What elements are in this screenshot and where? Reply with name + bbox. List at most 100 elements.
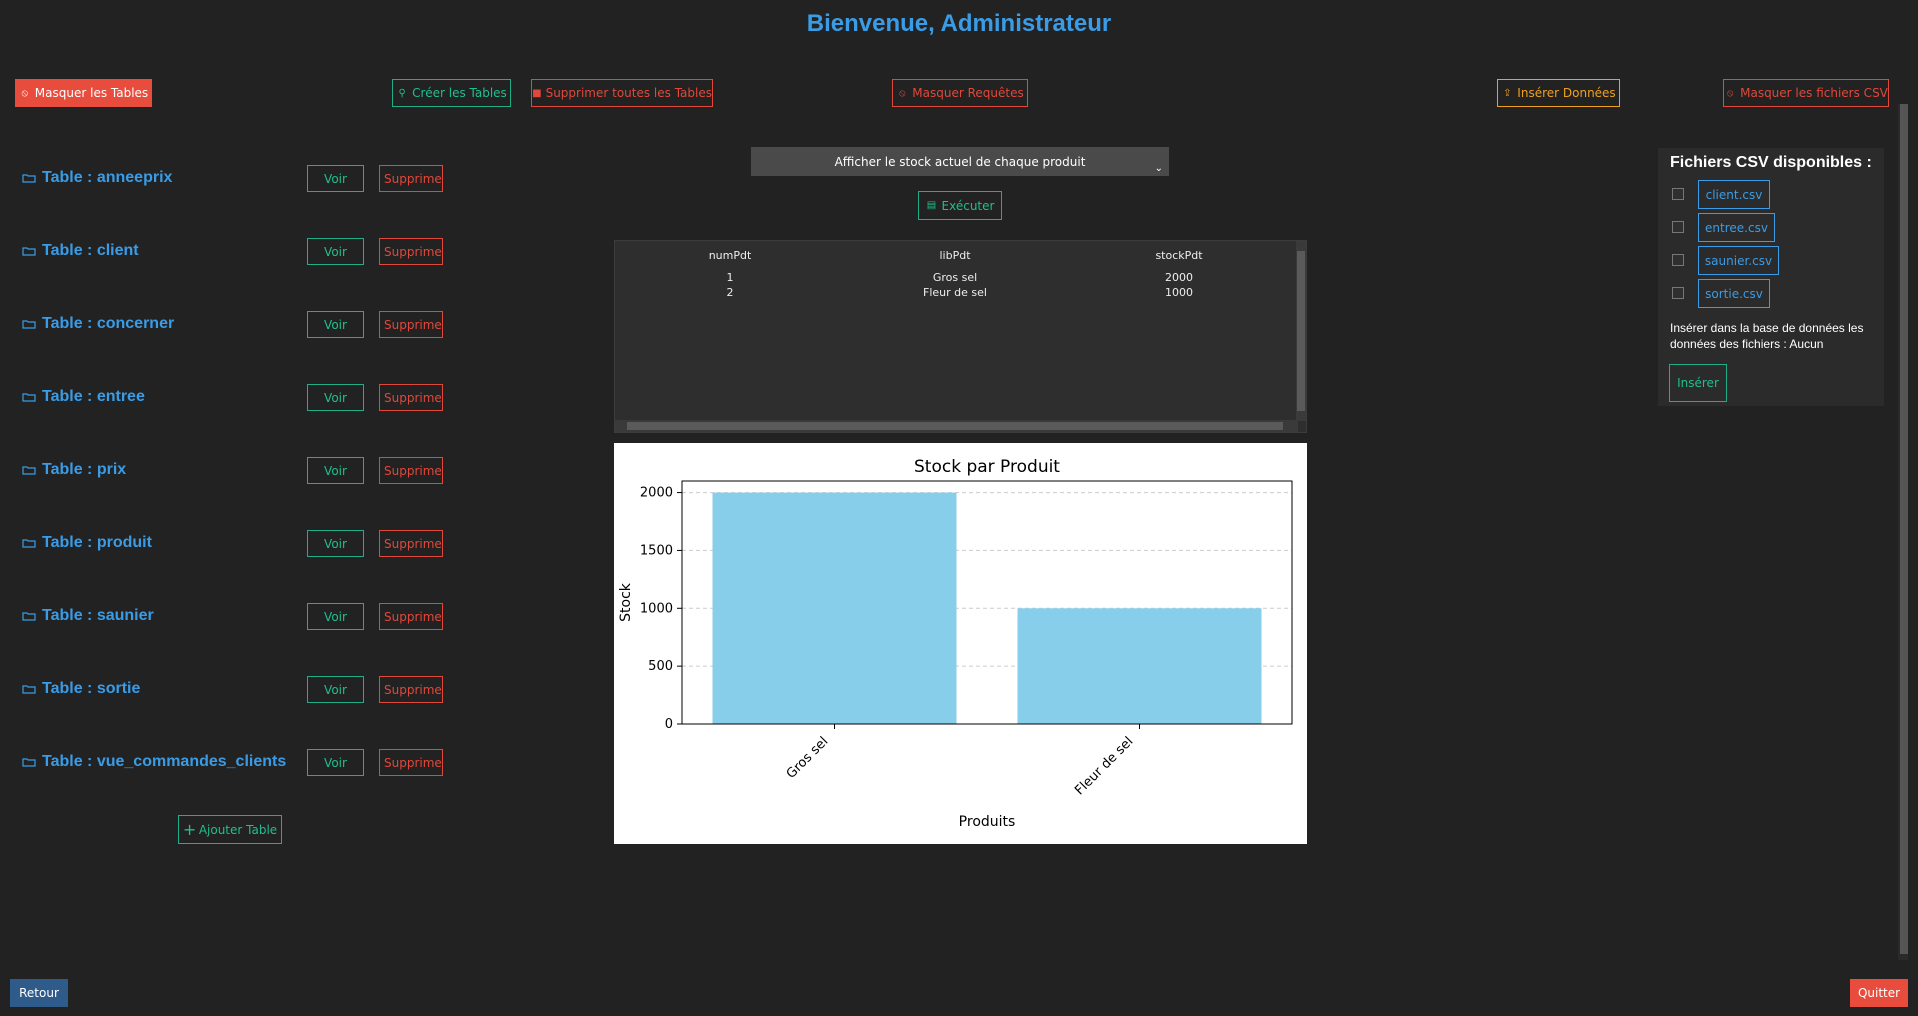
- csv-file-button[interactable]: entree.csv: [1698, 213, 1775, 242]
- y-tick-label: 1500: [640, 543, 673, 558]
- hide-queries-button[interactable]: ⦸ Masquer Requêtes: [892, 79, 1028, 107]
- delete-table-button[interactable]: Supprimer: [379, 530, 443, 557]
- csv-insert-text: Insérer dans la base de données les donn…: [1670, 321, 1864, 351]
- execute-button[interactable]: ▤ Exécuter: [918, 191, 1002, 220]
- delete-label: Supprimer: [384, 463, 443, 478]
- table-name[interactable]: Table : concerner: [22, 315, 174, 333]
- query-select[interactable]: Afficher le stock actuel de chaque produ…: [751, 147, 1169, 176]
- csv-checkbox[interactable]: [1672, 188, 1684, 200]
- delete-label: Supprimer: [384, 755, 443, 770]
- csv-insert-button[interactable]: Insérer: [1669, 364, 1727, 402]
- csv-file-button[interactable]: saunier.csv: [1698, 246, 1779, 275]
- insert-data-button[interactable]: ⇪ Insérer Données: [1497, 79, 1620, 107]
- column-header: numPdt: [708, 249, 752, 262]
- delete-table-button[interactable]: Supprimer: [379, 457, 443, 484]
- x-tick-label: Fleur de sel: [1072, 734, 1136, 798]
- bar: [712, 492, 957, 724]
- column-header: libPdt: [939, 249, 971, 262]
- back-button[interactable]: Retour: [10, 979, 68, 1007]
- table-row: Table : anneeprix Voir Supprimer: [0, 165, 460, 195]
- table-name[interactable]: Table : vue_commandes_clients: [22, 753, 286, 771]
- folder-icon: [22, 758, 36, 767]
- table-name[interactable]: Table : client: [22, 242, 139, 260]
- y-tick-label: 0: [665, 717, 673, 732]
- view-label: Voir: [324, 317, 347, 332]
- table-label: Table : sortie: [42, 680, 141, 697]
- page-scroll-thumb[interactable]: [1900, 104, 1908, 954]
- delete-table-button[interactable]: Supprimer: [379, 311, 443, 338]
- hide-icon: ⦸: [899, 87, 906, 99]
- result-table: numPdt libPdt stockPdt 1 Gros sel 2000 2 Fleur …: [614, 240, 1307, 433]
- view-table-button[interactable]: Voir: [307, 749, 364, 776]
- delete-label: Supprimer: [384, 317, 443, 332]
- horizontal-scrollbar[interactable]: [615, 420, 1298, 432]
- delete-table-button[interactable]: Supprimer: [379, 384, 443, 411]
- view-label: Voir: [324, 609, 347, 624]
- delete-table-button[interactable]: Supprimer: [379, 603, 443, 630]
- table-row: Table : produit Voir Supprimer: [0, 530, 460, 560]
- delete-table-button[interactable]: Supprimer: [379, 165, 443, 192]
- delete-label: Supprimer: [384, 244, 443, 259]
- view-table-button[interactable]: Voir: [307, 165, 364, 192]
- table-name[interactable]: Table : prix: [22, 461, 126, 479]
- scroll-thumb[interactable]: [627, 422, 1283, 430]
- quit-button[interactable]: Quitter: [1850, 979, 1908, 1007]
- csv-checkbox[interactable]: [1672, 254, 1684, 266]
- folder-icon: [22, 466, 36, 475]
- table-label: Table : concerner: [42, 315, 175, 332]
- view-table-button[interactable]: Voir: [307, 530, 364, 557]
- create-tables-label: Créer les Tables: [412, 86, 507, 100]
- delete-all-tables-label: Supprimer toutes les Tables: [545, 86, 712, 100]
- add-table-button[interactable]: + Ajouter Table: [178, 815, 282, 844]
- view-table-button[interactable]: Voir: [307, 457, 364, 484]
- query-select-value: Afficher le stock actuel de chaque produ…: [834, 154, 1086, 169]
- table-name[interactable]: Table : sortie: [22, 680, 140, 698]
- table-cell: 2: [726, 286, 734, 299]
- csv-file-label: entree.csv: [1705, 220, 1768, 235]
- table-name[interactable]: Table : entree: [22, 388, 145, 406]
- delete-all-tables-button[interactable]: ■ Supprimer toutes les Tables: [531, 79, 713, 107]
- folder-icon: [22, 539, 36, 548]
- view-table-button[interactable]: Voir: [307, 603, 364, 630]
- x-tick-label: Gros sel: [784, 734, 832, 782]
- csv-insert-label: Insérer: [1677, 376, 1719, 390]
- view-table-button[interactable]: Voir: [307, 384, 364, 411]
- table-cell: 1000: [1165, 286, 1193, 299]
- scroll-thumb[interactable]: [1297, 251, 1305, 411]
- csv-checkbox[interactable]: [1672, 287, 1684, 299]
- y-tick-label: 2000: [640, 486, 673, 501]
- vertical-scrollbar[interactable]: [1296, 241, 1306, 421]
- table-label: Table : anneeprix: [42, 169, 173, 186]
- upload-icon: ⇪: [1503, 87, 1512, 99]
- table-cell: 2000: [1165, 271, 1193, 284]
- delete-table-button[interactable]: Supprimer: [379, 749, 443, 776]
- table-row: Table : concerner Voir Supprimer: [0, 311, 460, 341]
- table-row: Table : client Voir Supprimer: [0, 238, 460, 268]
- delete-label: Supprimer: [384, 390, 443, 405]
- table-name[interactable]: Table : produit: [22, 534, 152, 552]
- delete-label: Supprimer: [384, 609, 443, 624]
- table-name[interactable]: Table : saunier: [22, 607, 154, 625]
- hide-queries-label: Masquer Requêtes: [912, 86, 1024, 100]
- view-table-button[interactable]: Voir: [307, 676, 364, 703]
- folder-icon: [22, 393, 36, 402]
- delete-label: Supprimer: [384, 682, 443, 697]
- play-icon: ▤: [926, 200, 937, 211]
- view-label: Voir: [324, 244, 347, 259]
- view-table-button[interactable]: Voir: [307, 238, 364, 265]
- view-table-button[interactable]: Voir: [307, 311, 364, 338]
- hide-tables-label: Masquer les Tables: [34, 86, 149, 100]
- delete-table-button[interactable]: Supprimer: [379, 676, 443, 703]
- csv-file-label: saunier.csv: [1704, 253, 1773, 268]
- delete-table-button[interactable]: Supprimer: [379, 238, 443, 265]
- csv-file-button[interactable]: sortie.csv: [1698, 279, 1770, 308]
- folder-icon: [22, 612, 36, 621]
- hide-csv-button[interactable]: ⦸ Masquer les fichiers CSV: [1723, 79, 1889, 107]
- hide-tables-button[interactable]: ⦸ Masquer les Tables: [15, 79, 152, 107]
- create-tables-button[interactable]: ⚲ Créer les Tables: [392, 79, 511, 107]
- hide-icon: ⦸: [21, 87, 29, 99]
- table-name[interactable]: Table : anneeprix: [22, 169, 172, 187]
- csv-file-button[interactable]: client.csv: [1698, 180, 1770, 209]
- csv-file-label: client.csv: [1705, 187, 1763, 202]
- csv-checkbox[interactable]: [1672, 221, 1684, 233]
